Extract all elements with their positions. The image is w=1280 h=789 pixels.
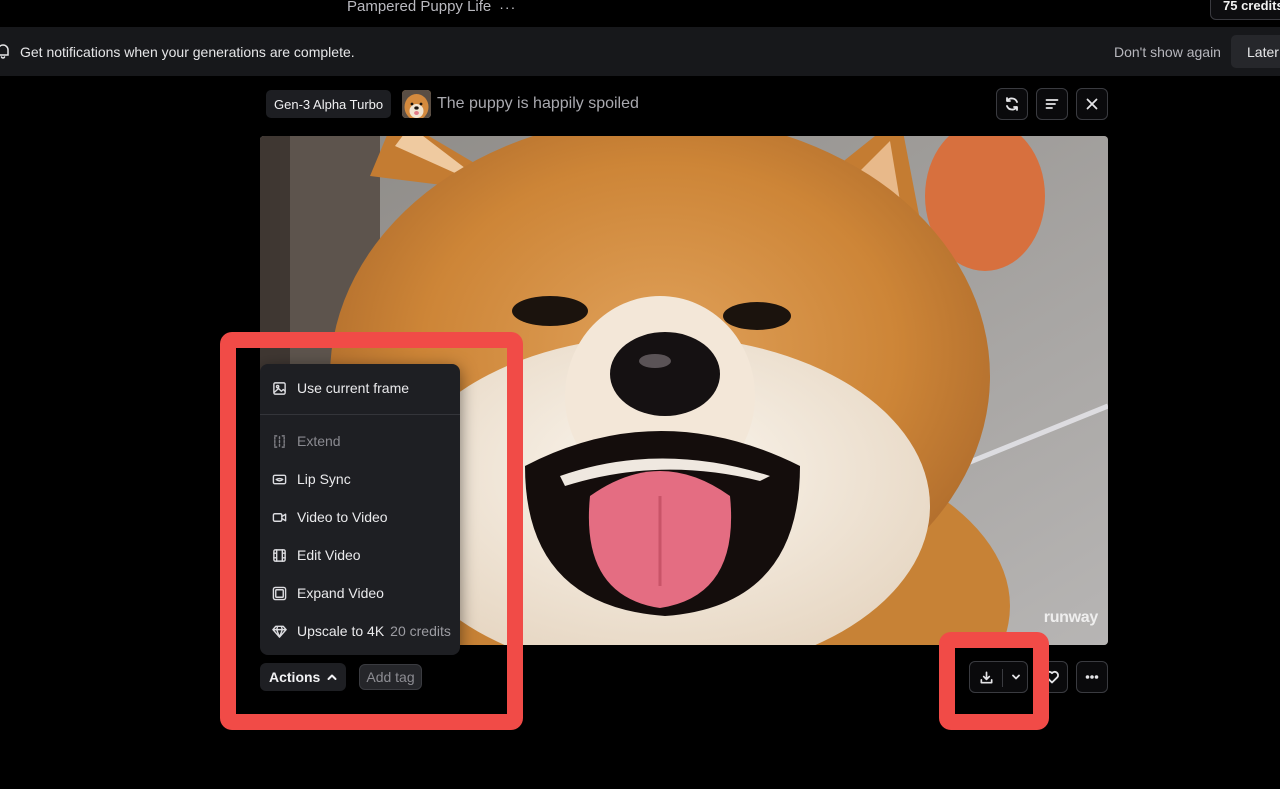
menu-item-label: Video to Video bbox=[297, 509, 388, 525]
film-icon bbox=[273, 548, 286, 562]
menu-item-expand-video[interactable]: Expand Video bbox=[272, 583, 384, 603]
close-icon bbox=[1086, 98, 1098, 110]
top-bar: Pampered Puppy Life ··· 75 credits bbox=[0, 0, 1280, 27]
chevron-down-icon bbox=[1011, 674, 1020, 680]
more-options-button[interactable] bbox=[1076, 661, 1108, 693]
upscale-cost: 20 credits bbox=[390, 623, 451, 639]
menu-item-label: Lip Sync bbox=[297, 471, 351, 487]
later-button[interactable]: Later bbox=[1231, 35, 1280, 68]
lip-sync-icon bbox=[272, 474, 287, 484]
project-more-icon[interactable]: ··· bbox=[499, 0, 516, 15]
image-frame-icon bbox=[273, 381, 286, 395]
runway-watermark: runway bbox=[1043, 609, 1099, 626]
add-tag-button[interactable]: Add tag bbox=[359, 664, 422, 690]
menu-item-lip-sync[interactable]: Lip Sync bbox=[272, 469, 351, 489]
video-camera-icon bbox=[272, 512, 287, 522]
heart-icon bbox=[1045, 670, 1059, 684]
project-title[interactable]: Pampered Puppy Life ··· bbox=[347, 0, 516, 15]
refresh-icon bbox=[1006, 97, 1018, 111]
actions-label: Actions bbox=[269, 669, 321, 685]
details-icon bbox=[1045, 99, 1059, 109]
model-chip[interactable]: Gen-3 Alpha Turbo bbox=[266, 90, 392, 118]
notification-message: Get notifications when your generations … bbox=[20, 44, 355, 60]
chevron-up-icon bbox=[327, 674, 337, 680]
details-button[interactable] bbox=[1036, 88, 1068, 120]
menu-item-use-current-frame[interactable]: Use current frame bbox=[272, 378, 409, 398]
download-icon bbox=[980, 671, 992, 683]
menu-item-label: Edit Video bbox=[297, 547, 361, 563]
project-title-text: Pampered Puppy Life bbox=[347, 0, 492, 15]
actions-button[interactable]: Actions bbox=[260, 663, 346, 691]
menu-item-label: Expand Video bbox=[297, 585, 384, 601]
menu-item-edit-video[interactable]: Edit Video bbox=[272, 545, 361, 565]
expand-icon bbox=[272, 586, 287, 600]
extend-icon bbox=[274, 434, 285, 448]
notification-bar: Get notifications when your generations … bbox=[0, 27, 1280, 76]
dont-show-again-button[interactable]: Don't show again bbox=[1114, 44, 1221, 60]
actions-menu: Use current frame Extend Lip Sync Video … bbox=[260, 364, 460, 655]
prompt-text: The puppy is happily spoiled bbox=[437, 95, 639, 112]
menu-item-extend[interactable]: Extend bbox=[272, 431, 341, 451]
menu-divider bbox=[260, 414, 460, 415]
download-button-group bbox=[969, 661, 1028, 693]
menu-item-video-to-video[interactable]: Video to Video bbox=[272, 507, 388, 527]
download-button[interactable] bbox=[970, 662, 1002, 692]
prompt-thumbnail[interactable] bbox=[402, 90, 431, 118]
close-button[interactable] bbox=[1076, 88, 1108, 120]
menu-item-label: Extend bbox=[297, 433, 341, 449]
regenerate-button[interactable] bbox=[996, 88, 1028, 120]
bell-icon bbox=[0, 44, 9, 59]
favorite-button[interactable] bbox=[1036, 661, 1068, 693]
menu-item-label: Use current frame bbox=[297, 380, 410, 396]
menu-item-upscale-4k[interactable]: Upscale to 4K 20 credits bbox=[272, 621, 451, 641]
credits-badge[interactable]: 75 credits bbox=[1210, 0, 1280, 20]
download-options-button[interactable] bbox=[1003, 662, 1028, 692]
diamond-icon bbox=[272, 625, 287, 638]
menu-item-label: Upscale to 4K bbox=[297, 623, 385, 639]
more-icon bbox=[1085, 675, 1099, 679]
